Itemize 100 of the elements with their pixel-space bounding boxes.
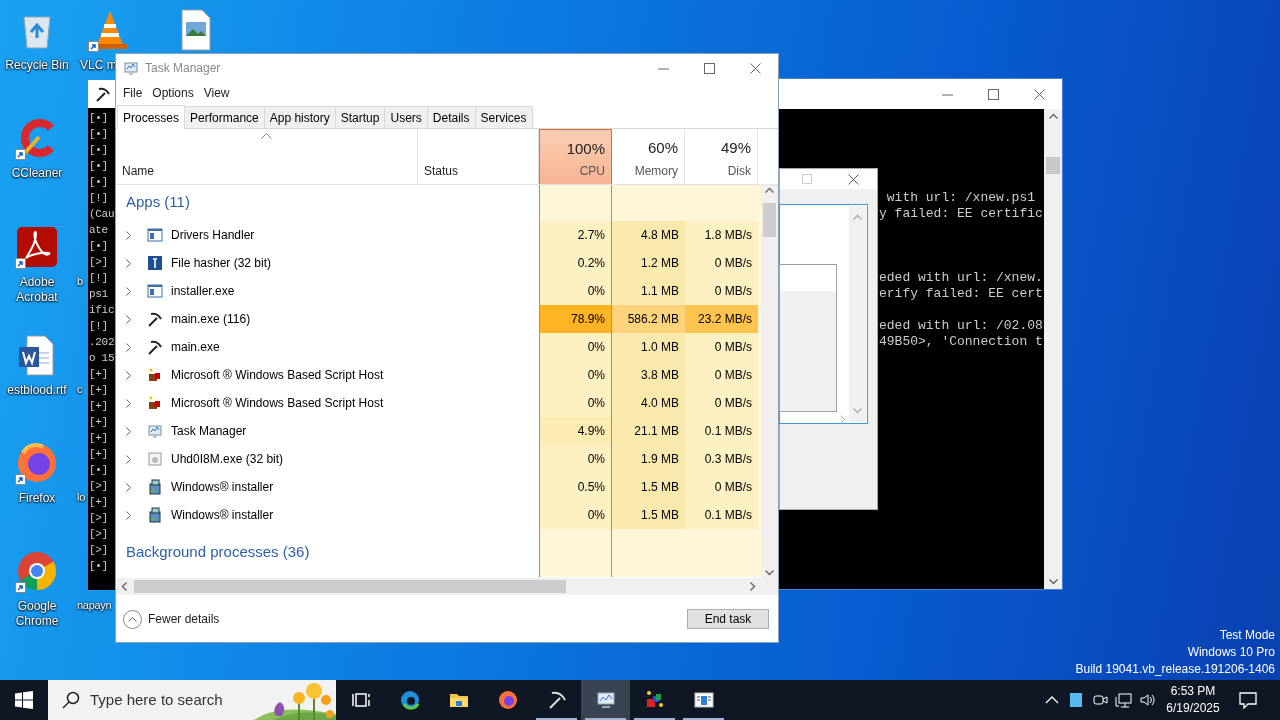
table-cell: 0 MB/s xyxy=(685,333,758,361)
tab[interactable]: Startup xyxy=(334,106,386,128)
process-name: Microsoft ® Windows Based Script Host xyxy=(171,395,384,412)
table-cell: 1.2 MB xyxy=(612,249,685,277)
scroll-up-icon xyxy=(1048,113,1058,119)
browser-icon xyxy=(497,690,518,710)
table-cell: 4.0 MB xyxy=(612,389,685,417)
console-line: y failed: EE certific xyxy=(879,206,1043,221)
scroll-left-icon xyxy=(121,582,127,591)
table-cell: 0% xyxy=(539,389,612,417)
process-name: Windows® installer xyxy=(171,507,274,524)
scroll-thumb[interactable] xyxy=(1046,157,1060,174)
maximize-icon xyxy=(987,88,999,100)
table-cell: 0% xyxy=(539,277,612,305)
console-line: [•] xyxy=(89,240,108,252)
clock[interactable]: 6:53 PM 6/19/2025 xyxy=(1160,680,1226,720)
console-line: [+] xyxy=(89,400,108,412)
tab[interactable]: Performance xyxy=(184,106,265,128)
menu-item[interactable]: Options xyxy=(147,84,199,102)
console-line: ps1 xyxy=(89,288,108,300)
console-line: [!] xyxy=(89,272,108,284)
table-cell: 0% xyxy=(539,501,612,529)
process-name: Windows® installer xyxy=(171,479,274,496)
cubes-icon xyxy=(644,690,665,710)
table-cell: 23.2 MB/s xyxy=(685,305,758,333)
window-icon xyxy=(693,690,714,710)
square-icon xyxy=(1067,691,1085,709)
table-cell: 0.2% xyxy=(539,249,612,277)
console-line: [>] xyxy=(89,256,108,268)
table-cell: 0.5% xyxy=(539,473,612,501)
browser-icon xyxy=(15,441,59,485)
console-line: ate xyxy=(89,224,108,236)
tab[interactable]: App history xyxy=(263,106,336,128)
console-line: [>] xyxy=(89,544,108,556)
package-icon xyxy=(147,507,163,523)
column-header[interactable]: 60% Memory xyxy=(612,129,685,184)
fewer-details-button[interactable]: Fewer details xyxy=(123,609,220,629)
console-line: [•] xyxy=(89,160,108,172)
table-cell: 1.5 MB xyxy=(612,501,685,529)
maximize-icon xyxy=(703,62,715,74)
task-view-icon xyxy=(350,690,371,710)
table-cell: 0.1 MB/s xyxy=(685,417,758,445)
end-task-button[interactable]: End task xyxy=(687,609,769,629)
search-field[interactable]: Type here to search xyxy=(48,680,336,720)
process-name: Task Manager xyxy=(171,423,247,440)
column-header[interactable]: Name xyxy=(116,129,418,184)
menu-item[interactable]: View xyxy=(198,84,235,102)
console-line: ific xyxy=(89,304,115,316)
console-line: [+] xyxy=(89,368,108,380)
console-line: erify failed: EE cert xyxy=(879,286,1043,301)
expand-chevron-icon xyxy=(124,482,133,492)
console-line: [+] xyxy=(89,416,108,428)
close-icon xyxy=(749,62,761,74)
scroll-right-icon xyxy=(840,415,846,425)
expand-chevron-icon xyxy=(124,314,133,324)
cube-icon xyxy=(147,367,163,383)
console-line: [>] xyxy=(89,512,108,524)
list-box[interactable] xyxy=(779,204,868,424)
column-header[interactable]: 100% CPU xyxy=(539,129,612,184)
console-line: [•] xyxy=(89,144,108,156)
process-name: File hasher (32 bit) xyxy=(171,255,272,272)
process-name: installer.exe xyxy=(171,283,235,300)
console-line: [•] xyxy=(89,176,108,188)
process-name: Drivers Handler xyxy=(171,227,255,244)
chevron-up-circle-icon xyxy=(123,609,142,629)
table-cell: 4.8 MB xyxy=(612,221,685,249)
menu-item[interactable]: File xyxy=(118,84,148,102)
monitor-icon xyxy=(595,690,616,710)
taskbar-button[interactable] xyxy=(581,680,630,720)
table-cell: 0% xyxy=(539,445,612,473)
process-name: main.exe (116) xyxy=(171,311,251,328)
console-line: eded with url: /xnew. xyxy=(879,270,1043,285)
table-cell: 0 MB/s xyxy=(685,277,758,305)
tab[interactable]: Details xyxy=(426,106,476,128)
column-header[interactable]: 49% Disk xyxy=(685,129,758,184)
console-line: (Cau xyxy=(89,208,115,220)
table-cell: 1.8 MB/s xyxy=(685,221,758,249)
program-icon xyxy=(147,451,163,467)
close-icon xyxy=(1033,88,1045,100)
table-cell: 1.0 MB xyxy=(612,333,685,361)
tab[interactable]: Services xyxy=(474,106,533,128)
monitor-icon xyxy=(147,423,163,439)
table-cell: 0% xyxy=(539,361,612,389)
console-line: [•] xyxy=(89,128,108,140)
scroll-down-icon xyxy=(853,408,862,414)
console-line: o 15 xyxy=(89,352,115,364)
table-cell: 1.5 MB xyxy=(612,473,685,501)
tab[interactable]: Processes xyxy=(117,105,186,129)
tab[interactable]: Users xyxy=(384,106,428,128)
scroll-thumb[interactable] xyxy=(763,203,777,237)
scroll-thumb[interactable] xyxy=(134,580,566,593)
system-notice-text: Test Mode xyxy=(1218,627,1275,644)
browser-icon xyxy=(399,690,420,710)
console-line: 49B50>, 'Connection t xyxy=(879,334,1043,349)
package-icon xyxy=(147,479,163,495)
console-line: [•] xyxy=(89,464,108,476)
scroll-up-icon xyxy=(765,187,774,193)
process-name: main.exe xyxy=(171,339,220,356)
table-cell: 1.9 MB xyxy=(612,445,685,473)
console-line: [+] xyxy=(89,432,108,444)
